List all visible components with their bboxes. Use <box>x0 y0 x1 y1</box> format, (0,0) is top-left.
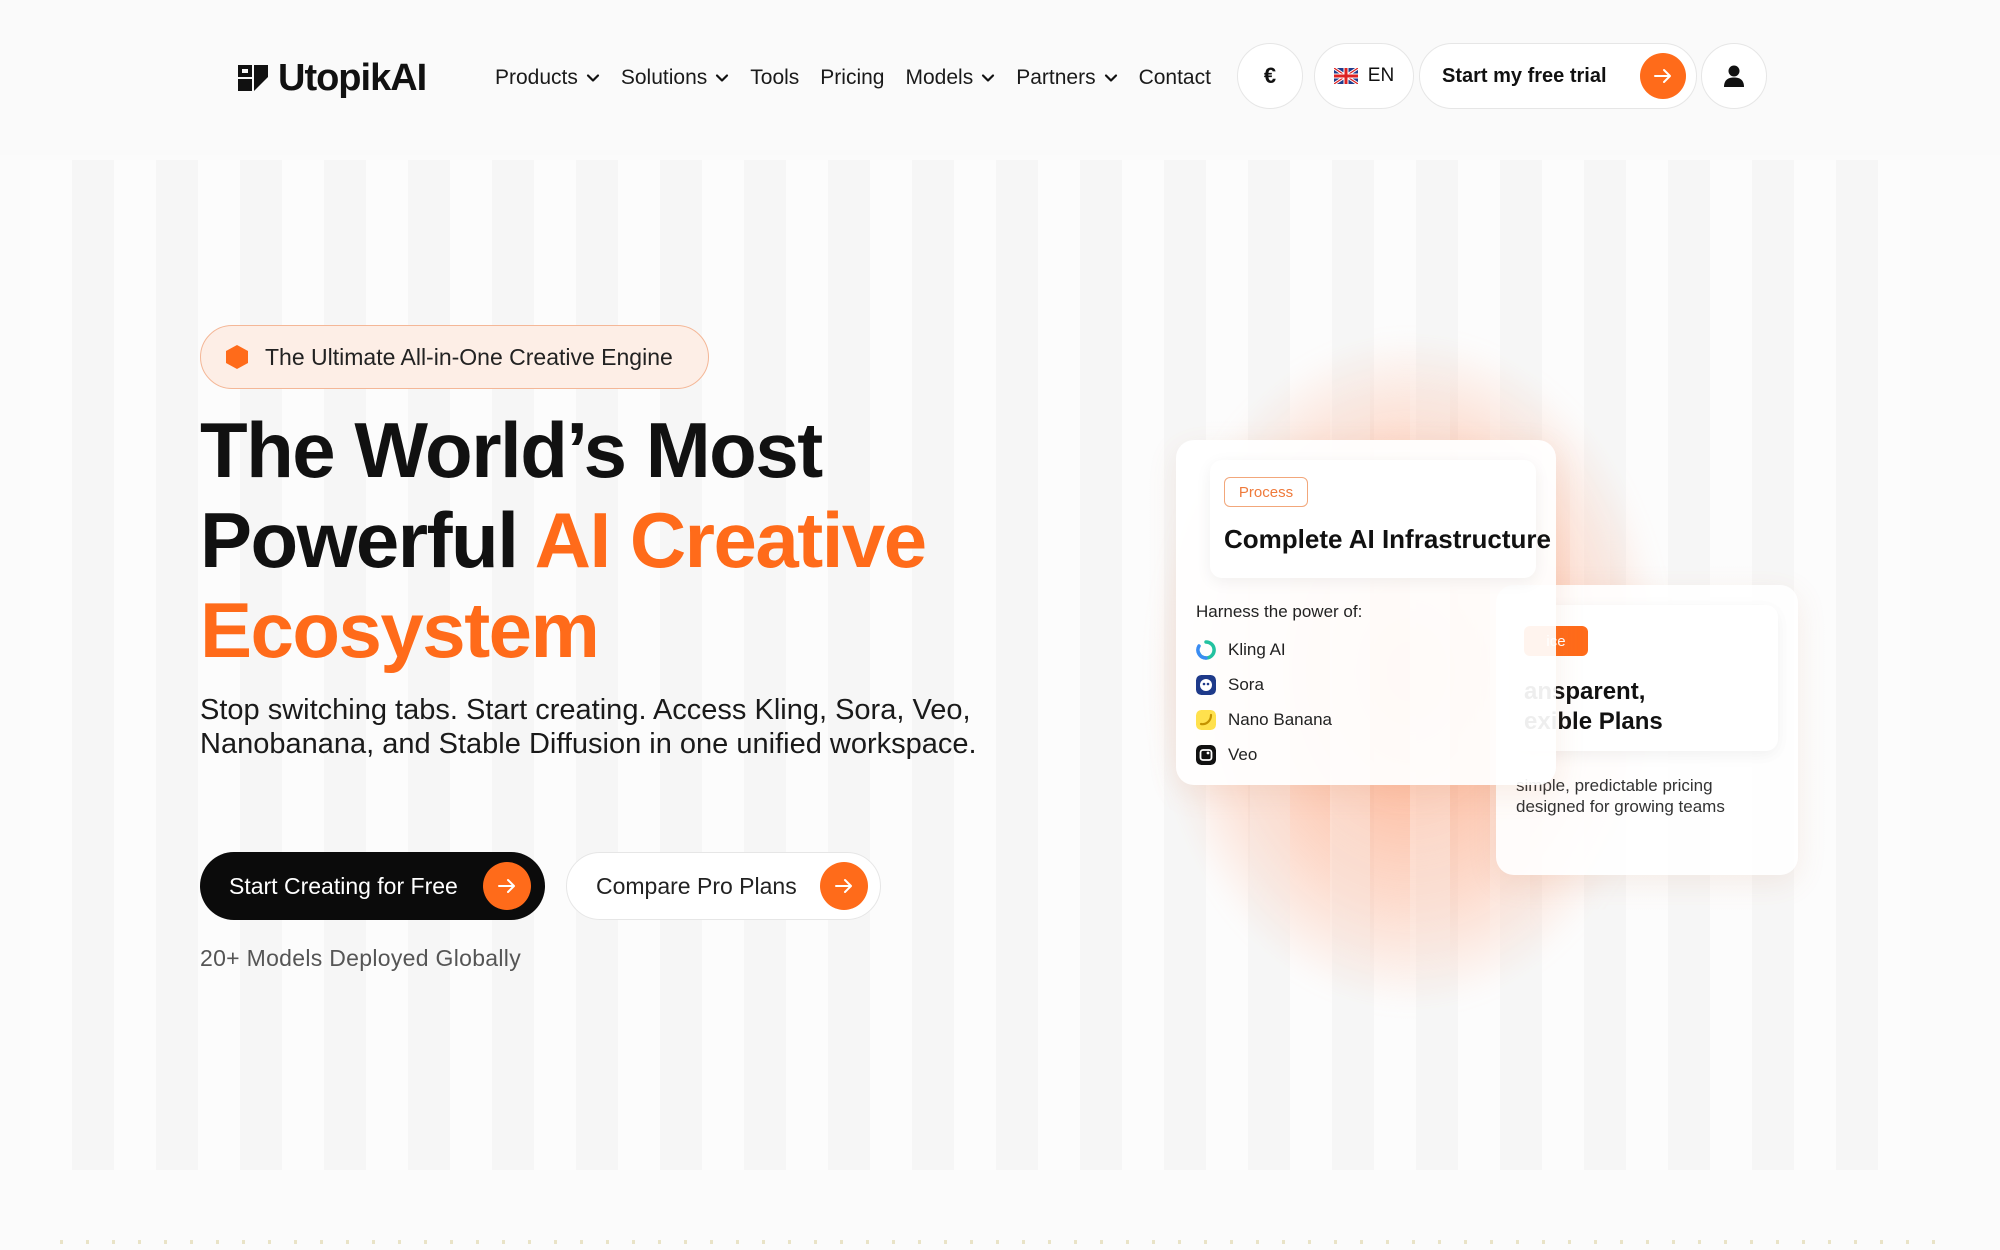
nav-pricing[interactable]: Pricing <box>820 66 884 90</box>
model-name: Kling AI <box>1228 639 1286 659</box>
kling-icon <box>1196 639 1216 660</box>
hero-headline: The World’s Most Powerful AI Creative Ec… <box>200 405 1100 675</box>
chevron-down-icon <box>982 74 995 82</box>
language-selector[interactable]: EN <box>1314 43 1414 109</box>
headline-line2: Powerful <box>200 496 535 584</box>
list-item: Sora <box>1196 667 1332 702</box>
infrastructure-card: Process Complete AI Infrastructure Harne… <box>1176 440 1556 785</box>
chevron-down-icon <box>586 74 599 82</box>
process-tag: Process <box>1224 477 1308 507</box>
hexagon-icon <box>226 345 248 369</box>
nav-products-label: Products <box>495 66 578 89</box>
veo-icon <box>1196 744 1216 765</box>
infrastructure-card-header: Process Complete AI Infrastructure <box>1210 460 1551 578</box>
infrastructure-card-title: Complete AI Infrastructure <box>1224 524 1551 554</box>
nav-contact[interactable]: Contact <box>1139 66 1211 90</box>
nav-solutions[interactable]: Solutions <box>621 66 729 90</box>
nav-models[interactable]: Models <box>906 66 996 90</box>
start-creating-button[interactable]: Start Creating for Free <box>200 852 545 920</box>
harness-label: Harness the power of: <box>1196 602 1363 621</box>
uk-flag-icon <box>1333 68 1358 84</box>
pricing-card-description: simple, predictable pricing designed for… <box>1516 776 1725 816</box>
nav-links: Products Solutions Tools Pricing Models … <box>495 58 1232 98</box>
arrow-right-icon <box>820 862 868 910</box>
hero-badge-text: The Ultimate All-in-One Creative Engine <box>265 343 673 370</box>
top-navigation: UtopikAI Products Solutions Tools Pricin… <box>0 0 2000 155</box>
sora-icon <box>1196 674 1216 695</box>
model-name: Veo <box>1228 744 1258 764</box>
nav-products[interactable]: Products <box>495 66 600 90</box>
start-free-trial-button[interactable]: Start my free trial <box>1419 43 1697 109</box>
user-account-button[interactable] <box>1701 43 1767 109</box>
nav-models-label: Models <box>905 66 974 89</box>
cta-primary-label: Start Creating for Free <box>229 872 458 899</box>
logo-text: UtopikAI <box>278 56 427 99</box>
logo[interactable]: UtopikAI <box>238 54 427 102</box>
nav-pricing-label: Pricing <box>820 66 885 89</box>
model-name: Nano Banana <box>1228 709 1332 729</box>
nav-solutions-label: Solutions <box>620 66 708 89</box>
hero-subtext: Stop switching tabs. Start creating. Acc… <box>200 694 977 760</box>
nav-contact-label: Contact <box>1138 66 1211 89</box>
trial-label: Start my free trial <box>1442 64 1607 87</box>
models-deployed-text: 20+ Models Deployed Globally <box>200 945 521 971</box>
nav-tools[interactable]: Tools <box>750 66 799 90</box>
pricing-card-title: ansparent, exible Plans <box>1524 677 1764 737</box>
bottom-dotted-line <box>60 1240 1940 1244</box>
list-item: Kling AI <box>1196 632 1332 667</box>
arrow-right-icon <box>1640 53 1686 99</box>
compare-plans-button[interactable]: Compare Pro Plans <box>566 852 881 920</box>
model-list: Kling AI Sora Nano Banana Veo <box>1196 632 1332 772</box>
banana-icon <box>1196 709 1216 730</box>
list-item: Nano Banana <box>1196 702 1332 737</box>
currency-symbol: € <box>1263 63 1277 88</box>
logo-mark-icon <box>238 63 268 93</box>
model-name: Sora <box>1228 674 1264 694</box>
arrow-right-icon <box>483 862 531 910</box>
nav-tools-label: Tools <box>750 66 800 89</box>
language-label: EN <box>1367 65 1395 86</box>
list-item: Veo <box>1196 737 1332 772</box>
chevron-down-icon <box>716 74 729 82</box>
headline-line1: The World’s Most <box>200 406 823 494</box>
user-icon <box>1724 65 1744 87</box>
currency-button[interactable]: € <box>1237 43 1303 109</box>
hero-badge: The Ultimate All-in-One Creative Engine <box>200 325 709 389</box>
cta-secondary-label: Compare Pro Plans <box>596 872 797 899</box>
nav-partners[interactable]: Partners <box>1016 66 1117 90</box>
nav-partners-label: Partners <box>1016 66 1096 89</box>
chevron-down-icon <box>1104 74 1117 82</box>
